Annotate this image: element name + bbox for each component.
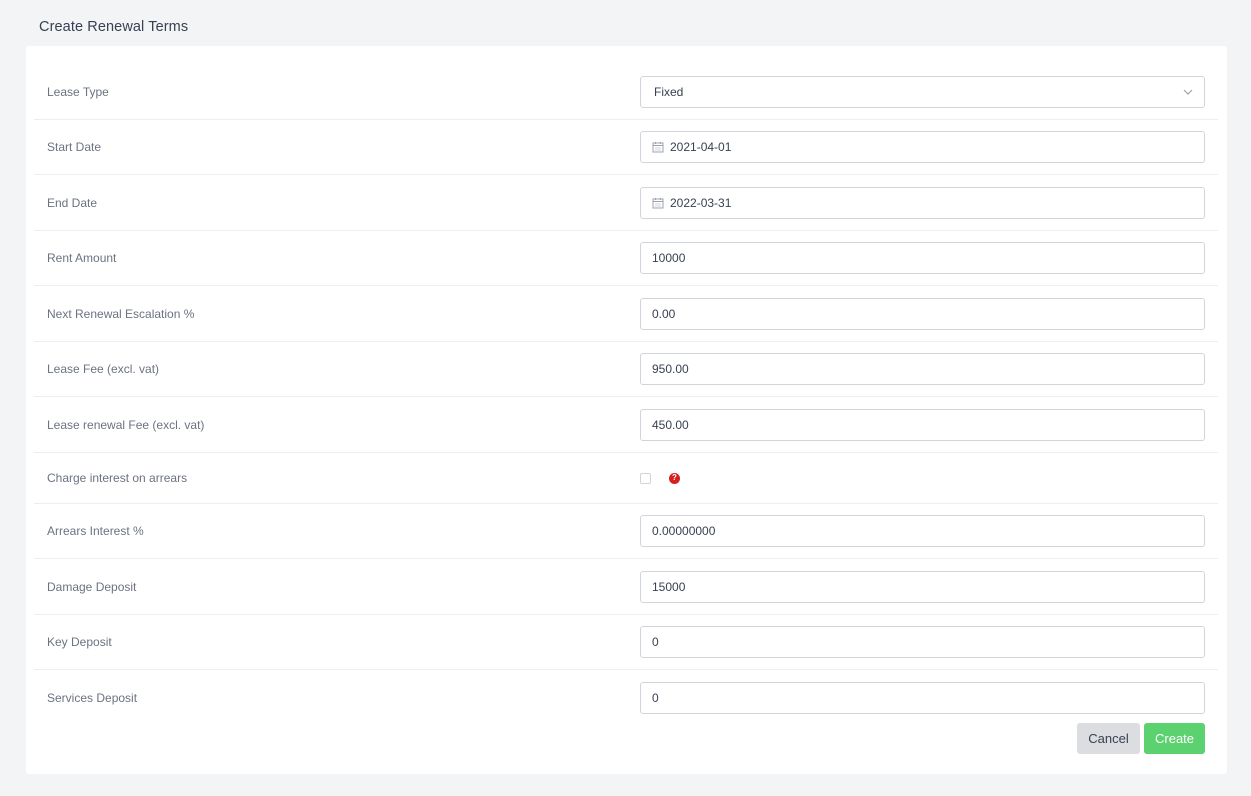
charge-interest-checkbox[interactable] [640,472,651,484]
calendar-icon [652,142,664,153]
start-date-input[interactable]: 2021-04-01 [640,131,1205,163]
damage-deposit-input[interactable]: 15000 [640,570,1205,603]
end-date-input[interactable]: 2022-03-31 [640,186,1205,219]
chevron-down-icon [1183,89,1193,95]
renewal-fee-label: Lease renewal Fee (excl. vat) [47,417,205,432]
form-card: Lease Type Fixed Start Date 2021-04-01 E… [26,46,1227,774]
arrears-interest-label: Arrears Interest % [47,524,144,538]
form-row-renewal-fee: Lease renewal Fee (excl. vat) 450.00 [34,397,1218,453]
create-button[interactable]: Create [1144,723,1205,754]
start-date-label: Start Date [47,140,102,154]
lease-fee-input[interactable]: 950.00 [640,353,1205,385]
page-title: Create Renewal Terms [39,19,189,35]
lease-type-label: Lease Type [47,85,109,99]
form-row-start-date: Start Date 2021-04-01 [34,120,1218,175]
services-deposit-input[interactable]: 0 [640,682,1205,714]
arrears-interest-input[interactable]: 0.00000000 [640,515,1205,547]
form-row-end-date: End Date 2022-03-31 [34,175,1218,231]
lease-type-select[interactable]: Fixed [640,76,1205,108]
form-row-rent-amount: Rent Amount 10000 [34,231,1218,286]
form-row-key-deposit: Key Deposit 0 [34,615,1218,670]
end-date-value: 2022-03-31 [670,195,732,210]
calendar-icon [652,197,664,208]
help-icon[interactable]: ? [669,472,680,484]
lease-type-value: Fixed [654,85,684,99]
form-row-services-deposit: Services Deposit 0 [34,670,1218,726]
charge-interest-label: Charge interest on arrears [47,471,188,485]
cancel-button[interactable]: Cancel [1077,723,1140,754]
escalation-input[interactable]: 0.00 [640,297,1205,330]
renewal-terms-form: Lease Type Fixed Start Date 2021-04-01 E… [34,65,1218,726]
damage-deposit-label: Damage Deposit [47,579,137,594]
services-deposit-label: Services Deposit [47,691,138,705]
lease-fee-label: Lease Fee (excl. vat) [47,362,160,376]
form-row-escalation: Next Renewal Escalation % 0.00 [34,286,1218,342]
form-row-lease-type: Lease Type Fixed [34,65,1218,120]
end-date-label: End Date [47,195,98,210]
form-row-lease-fee: Lease Fee (excl. vat) 950.00 [34,342,1218,397]
key-deposit-input[interactable]: 0 [640,626,1205,658]
form-row-charge-interest: Charge interest on arrears ? [34,453,1218,504]
form-row-arrears-interest: Arrears Interest % 0.00000000 [34,504,1218,559]
rent-amount-label: Rent Amount [47,251,117,265]
form-actions: Cancel Create [1077,723,1205,754]
start-date-value: 2021-04-01 [670,140,732,154]
escalation-label: Next Renewal Escalation % [47,306,195,321]
renewal-fee-input[interactable]: 450.00 [640,408,1205,441]
form-row-damage-deposit: Damage Deposit 15000 [34,559,1218,615]
rent-amount-input[interactable]: 10000 [640,242,1205,274]
key-deposit-label: Key Deposit [47,635,112,649]
